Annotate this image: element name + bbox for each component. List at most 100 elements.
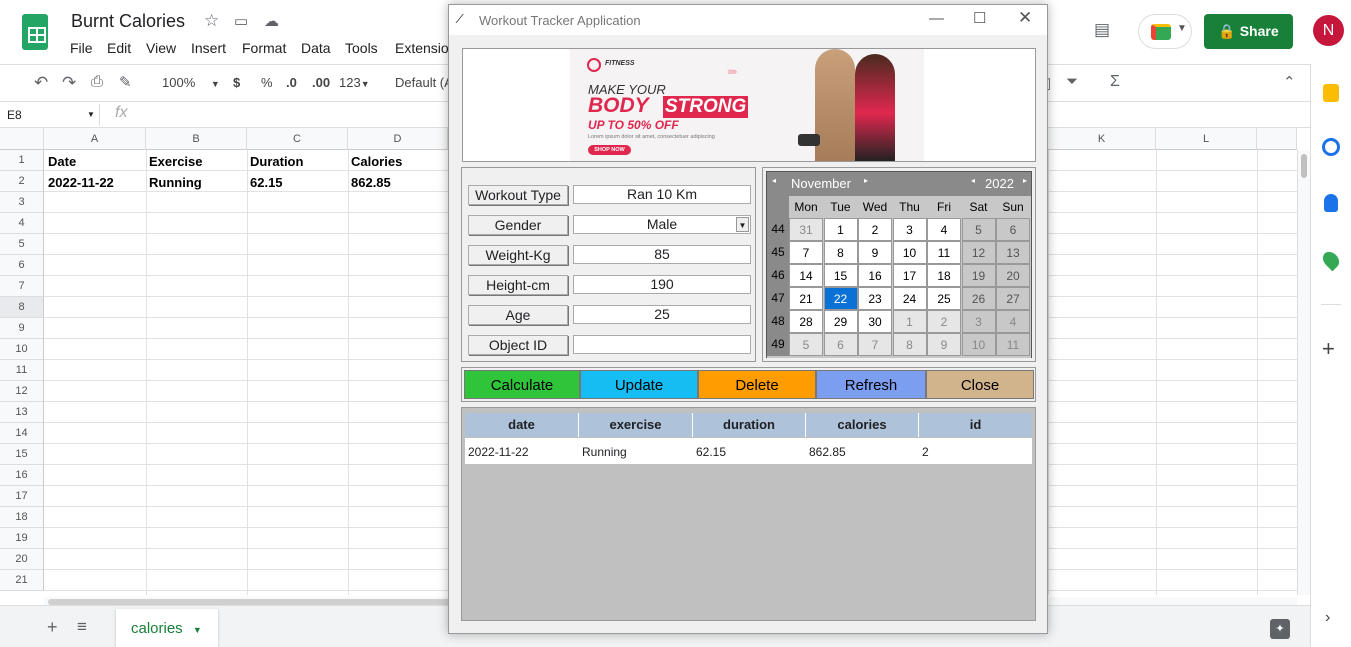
column-header-k[interactable]: K (1048, 128, 1156, 150)
calendar-day[interactable]: 10 (961, 333, 996, 356)
calendar-day[interactable]: 5 (961, 218, 996, 241)
cell-a1[interactable]: Date (48, 154, 76, 169)
meet-button[interactable]: ▼ (1138, 14, 1192, 49)
calendar-day[interactable]: 13 (996, 241, 1030, 264)
cell-a2[interactable]: 2022-11-22 (48, 175, 114, 190)
calendar-day[interactable]: 2 (858, 218, 892, 241)
expand-panel-icon[interactable]: › (1325, 609, 1330, 627)
refresh-button[interactable]: Refresh (816, 370, 926, 399)
share-button[interactable]: 🔒 Share (1204, 14, 1293, 49)
column-header-d[interactable]: D (348, 128, 448, 150)
doc-title[interactable]: Burnt Calories (71, 11, 185, 32)
calendar-day[interactable]: 30 (858, 310, 892, 333)
calendar-day[interactable]: 6 (823, 333, 858, 356)
calendar-day[interactable]: 15 (823, 264, 858, 287)
calendar-day[interactable]: 1 (892, 310, 927, 333)
row-header[interactable]: 6 (0, 255, 44, 276)
prev-year-icon[interactable]: ◂ (971, 176, 975, 185)
next-month-icon[interactable]: ▸ (864, 176, 868, 185)
calendar-day[interactable]: 11 (996, 333, 1030, 356)
row-header[interactable]: 21 (0, 570, 44, 591)
table-header-calories[interactable]: calories (806, 413, 919, 437)
calendar-day[interactable]: 9 (858, 241, 892, 264)
redo-icon[interactable]: ↷ (62, 73, 76, 93)
row-header[interactable]: 7 (0, 276, 44, 297)
calendar-day[interactable]: 10 (892, 241, 927, 264)
calendar-day[interactable]: 20 (996, 264, 1030, 287)
get-addons-icon[interactable]: + (1322, 336, 1335, 362)
select-all-corner[interactable] (0, 128, 44, 150)
calendar-day[interactable]: 29 (823, 310, 858, 333)
row-header[interactable]: 14 (0, 423, 44, 444)
cloud-status-icon[interactable]: ☁ (264, 12, 279, 30)
calendar-day[interactable]: 28 (789, 310, 823, 333)
row-header[interactable]: 5 (0, 234, 44, 255)
row-header[interactable]: 13 (0, 402, 44, 423)
minimize-icon[interactable]: — (929, 10, 944, 27)
row-header[interactable]: 20 (0, 549, 44, 570)
row-header[interactable]: 18 (0, 507, 44, 528)
calendar-day[interactable]: 19 (961, 264, 996, 287)
row-header[interactable]: 15 (0, 444, 44, 465)
star-icon[interactable]: ☆ (204, 11, 219, 31)
calendar-day[interactable]: 25 (927, 287, 961, 310)
row-header[interactable]: 17 (0, 486, 44, 507)
calendar-day[interactable]: 7 (858, 333, 892, 356)
calendar-day[interactable]: 23 (858, 287, 892, 310)
cell-d2[interactable]: 862.85 (351, 175, 391, 190)
calendar-day[interactable]: 31 (789, 218, 823, 241)
move-folder-icon[interactable]: ▭ (234, 12, 248, 30)
calendar-day[interactable]: 8 (892, 333, 927, 356)
table-header-id[interactable]: id (919, 413, 1032, 437)
delete-button[interactable]: Delete (698, 370, 816, 399)
avatar[interactable]: N (1313, 15, 1344, 46)
height-label[interactable]: Height-cm (468, 275, 568, 295)
maximize-icon[interactable]: ☐ (973, 9, 986, 27)
cell-d1[interactable]: Calories (351, 154, 402, 169)
vertical-scrollbar[interactable] (1297, 150, 1310, 595)
gender-label[interactable]: Gender (468, 215, 568, 235)
calendar-day[interactable]: 6 (996, 218, 1030, 241)
print-icon[interactable]: ⎙ (91, 73, 103, 90)
calendar-day[interactable]: 4 (996, 310, 1030, 333)
calendar-day[interactable]: 5 (789, 333, 823, 356)
row-header[interactable]: 2 (0, 171, 44, 192)
more-formats-button[interactable]: 123▼ (339, 75, 370, 90)
calendar-day[interactable]: 3 (961, 310, 996, 333)
menu-data[interactable]: Data (301, 40, 331, 56)
height-input[interactable]: 190 (573, 275, 751, 294)
row-header[interactable]: 3 (0, 192, 44, 213)
calendar-day[interactable]: 27 (996, 287, 1030, 310)
functions-icon[interactable]: Σ (1110, 73, 1120, 91)
weight-input[interactable]: 85 (573, 245, 751, 264)
row-header[interactable]: 16 (0, 465, 44, 486)
gender-select[interactable]: Male ▼ (573, 215, 751, 234)
all-sheets-icon[interactable]: ≡ (77, 617, 87, 637)
workout-type-input[interactable]: Ran 10 Km (573, 185, 751, 204)
row-header[interactable]: 10 (0, 339, 44, 360)
menu-edit[interactable]: Edit (107, 40, 131, 56)
filter-icon[interactable]: ⏷ (1066, 73, 1078, 90)
calendar-day[interactable]: 26 (961, 287, 996, 310)
explore-icon[interactable]: ✦ (1270, 619, 1290, 639)
row-header[interactable]: 12 (0, 381, 44, 402)
calendar-day[interactable]: 24 (892, 287, 927, 310)
row-header[interactable]: 9 (0, 318, 44, 339)
workout-type-label[interactable]: Workout Type (468, 185, 568, 205)
collapse-toolbar-icon[interactable]: ⌃ (1283, 73, 1296, 91)
window-titlebar[interactable]: ⁄ Workout Tracker Application — ☐ ✕ (449, 5, 1047, 35)
currency-button[interactable]: $ (233, 75, 240, 90)
increase-decimal-button[interactable]: .00 (312, 75, 330, 90)
calendar-day[interactable]: 4 (927, 218, 961, 241)
calendar-day[interactable]: 2 (927, 310, 961, 333)
cell-c1[interactable]: Duration (250, 154, 303, 169)
font-select[interactable]: Default (A (395, 75, 453, 90)
column-header-c[interactable]: C (247, 128, 348, 150)
calendar-day[interactable]: 14 (789, 264, 823, 287)
calendar-day[interactable]: 8 (823, 241, 858, 264)
percent-button[interactable]: % (261, 75, 273, 90)
calendar-day[interactable]: 3 (892, 218, 927, 241)
zoom-select[interactable]: 100% ▼ (162, 75, 220, 90)
dropdown-arrow-icon[interactable]: ▼ (736, 217, 749, 232)
tasks-icon[interactable] (1322, 138, 1340, 156)
